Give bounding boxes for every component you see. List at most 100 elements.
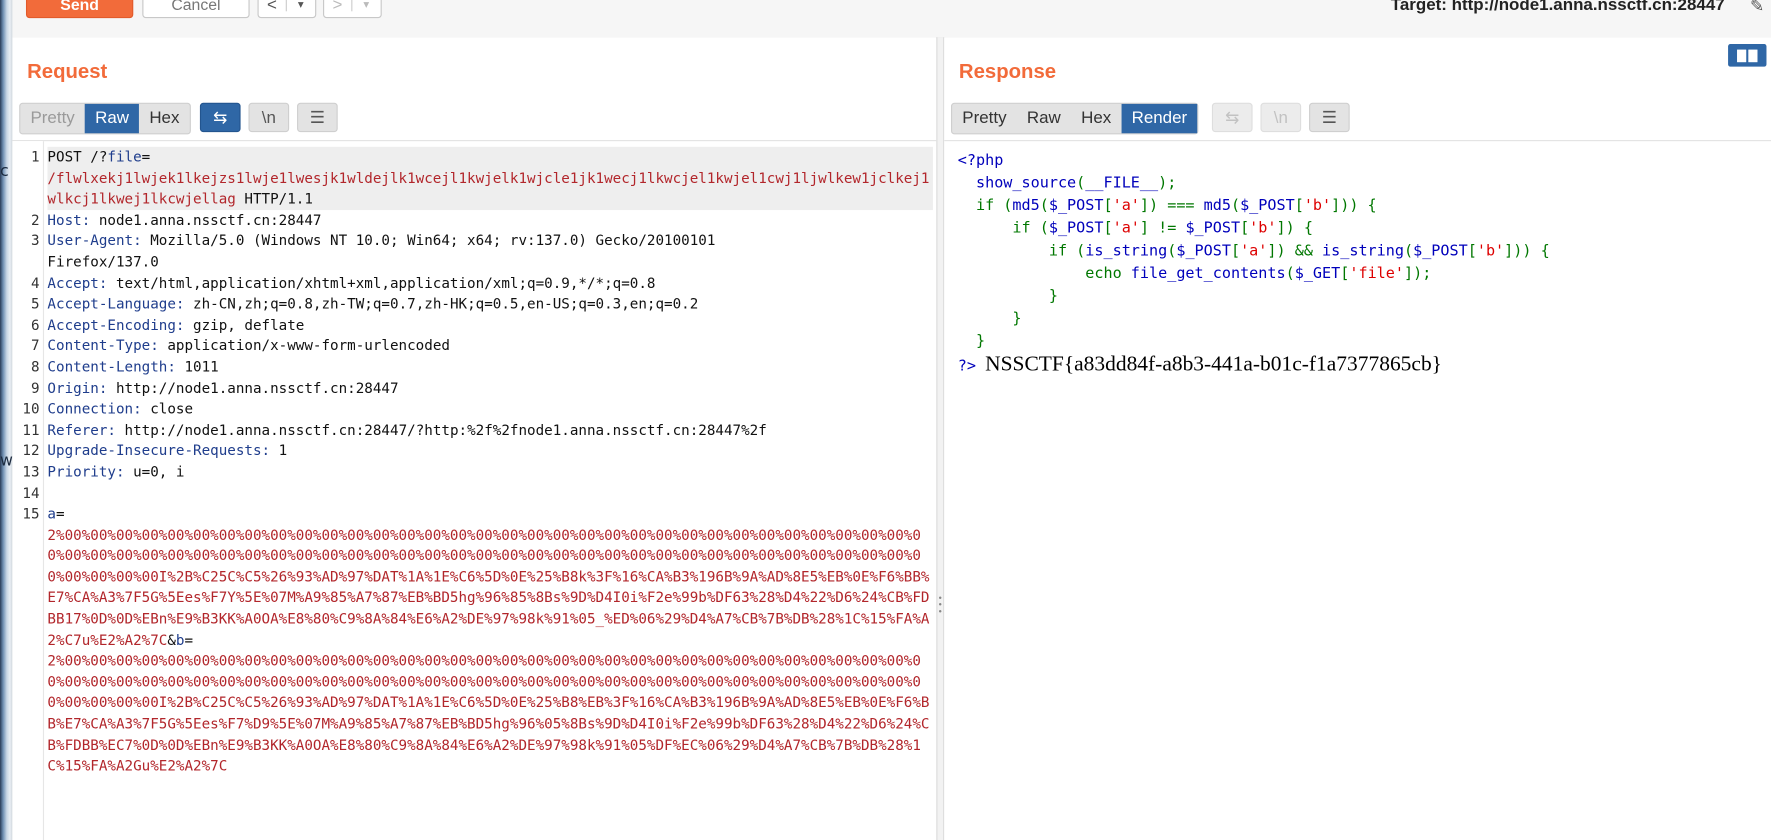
pane-splitter[interactable]: • • • [936,37,945,840]
line-number: 14 [22,483,40,501]
back-history-button[interactable]: < ▾ [257,0,317,19]
line-token: User-Agent: [47,231,142,249]
line-text: Origin: http://node1.anna.nssctf.cn:2844… [47,378,932,399]
line-token: & [167,630,176,648]
line-token: a [47,504,57,522]
php-token: if ( [1048,242,1086,260]
line-token: Origin: [47,378,108,396]
response-tab-render[interactable]: Render [1121,103,1198,134]
response-tab-pretty[interactable]: Pretty [952,104,1017,133]
layout-toggle-icon[interactable] [1728,44,1767,67]
forward-history-button[interactable]: > ▾ [323,0,382,19]
line-token: 1011 [175,357,219,375]
send-button[interactable]: Send [25,0,134,19]
line-token: u=0, i [124,462,185,480]
line-text: Priority: u=0, i [47,462,932,483]
php-token [958,198,976,215]
line-token: 2%00%00%00%00%00%00%00%00%00%00%00%00%00… [47,525,930,648]
php-token: [ [1230,242,1241,260]
php-token: [ [1340,265,1350,283]
response-tab-raw[interactable]: Raw [1017,104,1071,133]
php-token: if ( [1012,220,1049,238]
request-line: 13 Priority: u=0, i [12,462,933,483]
line-text: Content-Type: application/x-www-form-url… [47,336,932,357]
line-token: /flwlxekj1lwjek1lkejzs1lwje1lwesjk1wldej… [47,168,930,207]
request-line: 6 Accept-Encoding: gzip, deflate [12,315,933,336]
php-token: 'b' [1249,220,1277,238]
request-line: 12 Upgrade-Insecure-Requests: 1 [12,441,933,462]
line-number: 10 [22,399,40,417]
wrap-lines-icon[interactable]: ⇆ [199,102,241,133]
newline-icon[interactable]: \n [248,102,290,133]
request-line: 9 Origin: http://node1.anna.nssctf.cn:284… [12,378,933,399]
response-pane: Response Pretty Raw Hex Render ⇆ \n ☰ <?… [944,37,1771,840]
php-code-line: if (md5($_POST['a']) === md5($_POST['b']… [958,195,1550,218]
line-number: 5 [30,294,40,312]
php-code-line: } [958,286,1550,309]
splitter-grip-icon: • • • [938,592,942,617]
line-text: a= 2%00%00%00%00%00%00%00%00%00%00%00%00… [47,504,932,777]
cancel-button[interactable]: Cancel [142,0,250,19]
line-number: 8 [30,357,40,375]
line-token: gzip, deflate [184,315,305,333]
line-text: Accept-Language: zh-CN,zh;q=0.8,zh-TW;q=… [47,294,932,315]
php-token: } [1048,288,1058,305]
line-text [47,483,932,504]
request-line: 5 Accept-Language: zh-CN,zh;q=0.8,zh-TW;q… [12,294,933,315]
line-number: 2 [30,210,40,228]
request-view-tabs: Pretty Raw Hex [19,102,191,135]
php-code-line: if ($_POST['a'] != $_POST['b']) { [958,218,1550,241]
php-token: $_POST [1048,197,1104,215]
line-number: 4 [30,273,40,291]
php-token: file_get_contents [1130,265,1286,283]
request-tab-pretty[interactable]: Pretty [20,104,85,133]
request-text[interactable]: 1 POST /?file= /flwlxekj1lwjek1lkejzs1lwj… [12,146,933,777]
php-token [958,243,1049,260]
line-number: 15 [22,504,40,522]
php-code-line: } [958,331,1550,354]
line-token: Host: [47,210,91,228]
flag-output: NSSCTF{a83dd84f-a8b3-441a-b01c-f1a737786… [985,352,1442,377]
request-editor[interactable]: 1 POST /?file= /flwlxekj1lwjek1lkejzs1lwj… [12,140,937,840]
php-token: __FILE__ [1085,175,1159,193]
newline-icon: \n [1260,102,1302,133]
request-tab-raw[interactable]: Raw [84,103,140,134]
line-token: Content-Type: [47,336,159,354]
line-text: Content-Length: 1011 [47,357,932,378]
line-text: Accept-Encoding: gzip, deflate [47,315,932,336]
php-code-line: echo file_get_contents($_GET['file']); [958,263,1550,286]
php-token: 'a' [1112,197,1140,215]
php-token: md5 [1203,197,1231,215]
line-text: Accept: text/html,application/xhtml+xml,… [47,273,932,294]
request-line: 14 [12,483,933,504]
php-token: ( [1403,242,1414,260]
line-token: = [56,504,65,522]
php-token: md5 [1012,197,1040,215]
php-token: ] != [1139,220,1186,238]
menu-icon[interactable]: ☰ [1309,102,1350,133]
edit-target-icon[interactable]: ✎ [1750,0,1764,16]
line-text: Referer: http://node1.anna.nssctf.cn:284… [47,420,932,441]
line-token: Accept: [47,273,108,291]
request-pane: Request Pretty Raw Hex ⇆ \n ☰ 1 POST /?fi… [12,37,937,840]
php-token [958,288,1049,305]
line-token: close [141,399,194,417]
target-label[interactable]: Target: http://node1.anna.nssctf.cn:2844… [1391,0,1725,15]
php-token: [ [1103,220,1113,238]
line-token: Connection: [47,399,142,417]
php-token: [ [1240,220,1250,238]
menu-icon[interactable]: ☰ [297,102,338,133]
line-token: Priority: [47,462,125,480]
request-line: 1 POST /?file= /flwlxekj1lwjek1lkejzs1lwj… [12,146,933,210]
line-token: 2%00%00%00%00%00%00%00%00%00%00%00%00%00… [47,651,930,774]
request-tab-hex[interactable]: Hex [139,104,189,133]
php-token: $_POST [1185,220,1241,238]
response-tab-hex[interactable]: Hex [1071,104,1121,133]
line-token: POST /? [47,147,108,165]
line-token: HTTP/1.1 [235,189,313,207]
request-line: 10 Connection: close [12,399,933,420]
php-token: $_POST [1240,197,1295,215]
php-token: if ( [975,197,1013,215]
php-token: ])) { [1331,197,1377,215]
php-token: show_source [975,175,1077,193]
